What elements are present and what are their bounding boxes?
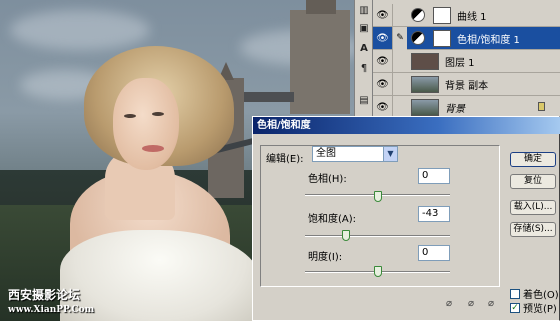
visibility-eye-icon[interactable]: 👁 (373, 3, 393, 27)
edit-select-value: 全图 (316, 148, 336, 159)
layer-thumbnail[interactable] (411, 75, 439, 93)
watermark: 西安摄影论坛 www.XianPP.Com (8, 286, 94, 315)
colorize-label: 着色(O) (523, 290, 559, 301)
brush-icon: ✎ (393, 26, 407, 50)
hue-label: 色相(H): (308, 174, 347, 185)
woman-face (113, 78, 179, 170)
eyedropper-plus-icon[interactable]: ⌀ (468, 298, 478, 309)
lightness-input[interactable]: 0 (418, 245, 450, 261)
paragraph-icon[interactable]: ¶ (357, 62, 371, 76)
layer-mask-thumbnail[interactable] (433, 29, 451, 47)
layer-name: 背景 副本 (445, 80, 489, 92)
saturation-input[interactable]: -43 (418, 206, 450, 222)
layer-comps-icon[interactable]: ▤ (357, 94, 371, 108)
edit-select[interactable]: 全图 ▼ (312, 146, 398, 162)
lightness-slider-thumb[interactable] (373, 266, 382, 277)
layer-row-selected[interactable]: 👁 ✎ 色相/饱和度 1 (373, 26, 560, 50)
lock-icon (538, 102, 545, 111)
layers-panel: 👁 曲线 1 👁 ✎ 色相/饱和度 1 👁 图层 1 👁 背景 副本 👁 背景 (372, 0, 560, 119)
woman-eye (124, 114, 136, 118)
dialog-title[interactable]: 色相/饱和度 (253, 117, 560, 134)
watermark-line1: 西安摄影论坛 (8, 288, 81, 302)
link-cell (393, 73, 407, 96)
character-icon[interactable]: A (357, 42, 371, 56)
layer-row[interactable]: 👁 曲线 1 (373, 3, 560, 27)
preview-checkbox[interactable]: ✓ (510, 302, 520, 313)
link-cell (393, 4, 407, 27)
preview-label: 预览(P) (523, 304, 557, 315)
layer-thumbnail[interactable] (411, 52, 439, 70)
layer-row[interactable]: 👁 图层 1 (373, 49, 560, 73)
navigator-icon[interactable]: ▣ (357, 22, 371, 36)
load-button[interactable]: 载入(L)... (510, 200, 556, 215)
colorize-checkbox[interactable] (510, 288, 520, 299)
layer-name: 图层 1 (445, 57, 475, 69)
saturation-label: 饱和度(A): (308, 214, 357, 225)
watermark-line2: www.XianPP.Com (8, 305, 95, 315)
curves-adjustment-icon (411, 8, 425, 22)
save-button[interactable]: 存储(S)... (510, 222, 556, 237)
woman-lips (142, 145, 164, 152)
reset-button[interactable]: 复位 (510, 174, 556, 189)
histogram-icon[interactable]: ▥ (357, 4, 371, 18)
colorize-checkbox-row[interactable]: 着色(O) (510, 286, 559, 301)
chevron-down-icon[interactable]: ▼ (383, 147, 397, 161)
preview-checkbox-row[interactable]: ✓ 预览(P) (510, 300, 557, 315)
bridge-walkway (244, 92, 294, 102)
visibility-eye-icon[interactable]: 👁 (373, 72, 393, 96)
visibility-eye-icon[interactable]: 👁 (373, 26, 393, 50)
cloud (10, 10, 150, 50)
ok-button[interactable]: 确定 (510, 152, 556, 167)
hue-saturation-adjustment-icon (411, 31, 425, 45)
layer-thumbnail[interactable] (411, 98, 439, 116)
edit-label: 编辑(E): (266, 154, 304, 165)
eyedropper-minus-icon[interactable]: ⌀ (488, 298, 498, 309)
saturation-slider-thumb[interactable] (342, 230, 351, 241)
eyedropper-icon[interactable]: ⌀ (446, 298, 456, 309)
layer-name: 色相/饱和度 1 (457, 34, 520, 46)
tower-top (306, 0, 336, 14)
panel-side-toolbar: ▥ ▣ A ¶ ▤ (354, 0, 372, 116)
layer-mask-thumbnail[interactable] (433, 6, 451, 24)
layer-row[interactable]: 👁 背景 副本 (373, 72, 560, 96)
link-cell (393, 50, 407, 73)
hue-slider-thumb[interactable] (373, 191, 382, 202)
woman-eye (152, 112, 164, 116)
layer-name: 背景 (445, 103, 465, 115)
lightness-label: 明度(I): (308, 252, 343, 263)
saturation-slider-track[interactable] (305, 235, 450, 237)
hue-input[interactable]: 0 (418, 168, 450, 184)
bridge-tower-right (290, 10, 350, 114)
visibility-eye-icon[interactable]: 👁 (373, 49, 393, 73)
layer-name: 曲线 1 (457, 11, 487, 23)
